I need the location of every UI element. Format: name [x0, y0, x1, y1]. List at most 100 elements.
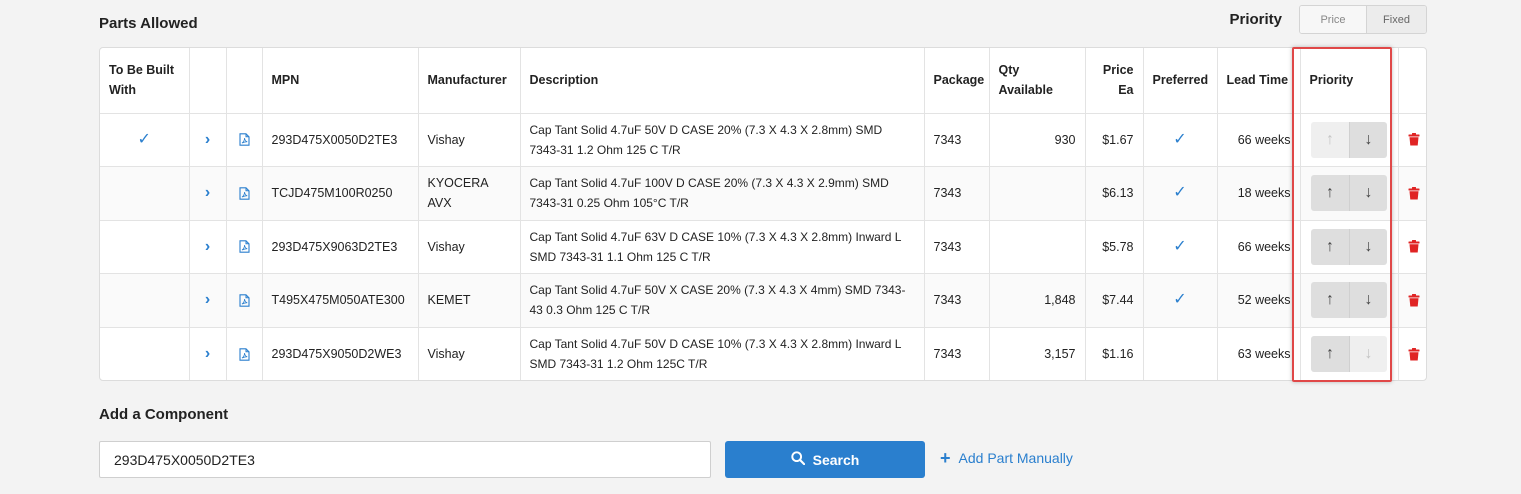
parts-allowed-title: Parts Allowed	[99, 15, 198, 32]
trash-icon[interactable]	[1408, 133, 1419, 146]
arrow-up-icon: ↑	[1326, 130, 1334, 148]
move-up-button[interactable]: ↑	[1311, 282, 1349, 319]
priority-price-option[interactable]: Price	[1300, 6, 1366, 33]
datasheet-cell	[226, 113, 263, 167]
price-cell: $5.78	[1085, 220, 1144, 274]
move-down-button[interactable]: ↓	[1349, 282, 1387, 319]
header-mpn: MPN	[262, 48, 419, 114]
mpn-cell: T495X475M050ATE300	[262, 273, 419, 328]
built-with-cell	[100, 166, 190, 221]
move-up-button[interactable]: ↑	[1311, 228, 1349, 265]
manufacturer-cell: KYOCERA AVX	[418, 166, 521, 221]
price-cell: $6.13	[1085, 166, 1144, 221]
move-down-button[interactable]: ↓	[1349, 228, 1387, 265]
chevron-right-icon[interactable]: ›	[205, 238, 210, 255]
header-datasheet	[226, 48, 263, 114]
search-button[interactable]: Search	[725, 441, 925, 478]
pdf-icon[interactable]	[236, 294, 253, 307]
datasheet-cell	[226, 273, 263, 328]
trash-icon[interactable]	[1408, 186, 1419, 200]
header-priority: Priority	[1300, 48, 1399, 114]
table-row: › 293D475X9050D2WE3 Vishay Cap Tant Solid 4…	[100, 327, 1426, 380]
chevron-right-icon[interactable]: ›	[205, 345, 210, 362]
arrow-up-icon: ↑	[1326, 237, 1334, 255]
header-manufacturer: Manufacturer	[418, 48, 521, 114]
description-cell: Cap Tant Solid 4.7uF 63V D CASE 10% (7.3…	[520, 220, 925, 274]
built-with-cell	[100, 220, 190, 274]
arrow-down-icon: ↓	[1364, 130, 1373, 148]
expand-cell: ›	[189, 166, 227, 221]
header-qty: Qty Available	[989, 48, 1086, 114]
trash-icon[interactable]	[1408, 293, 1419, 307]
built-with-check-icon: ✓	[137, 130, 151, 148]
package-cell: 7343	[924, 273, 990, 328]
pdf-icon[interactable]	[236, 187, 253, 200]
move-up-button[interactable]: ↑	[1311, 121, 1349, 158]
arrow-down-icon: ↓	[1364, 184, 1373, 202]
pdf-icon[interactable]	[236, 240, 253, 253]
priority-mode-group: Priority Price Fixed	[1229, 5, 1427, 34]
arrow-up-icon: ↑	[1326, 291, 1334, 309]
arrow-down-icon: ↓	[1364, 237, 1373, 255]
move-up-button[interactable]: ↑	[1311, 175, 1349, 212]
arrow-up-icon: ↑	[1326, 345, 1334, 362]
built-with-cell: ✓	[100, 113, 190, 167]
qty-cell	[989, 220, 1086, 274]
table-row: ✓ › 293D475X0050D2TE3 Vishay Cap Tant Solid …	[100, 113, 1426, 167]
manufacturer-cell: Vishay	[418, 113, 521, 167]
arrow-up-icon: ↑	[1326, 184, 1334, 202]
built-with-cell	[100, 327, 190, 380]
move-down-button[interactable]: ↓	[1349, 175, 1387, 212]
add-component-title: Add a Component	[99, 406, 229, 423]
preferred-cell: ✓	[1143, 166, 1218, 221]
priority-arrows: ↑ ↓	[1310, 228, 1389, 265]
description-cell: Cap Tant Solid 4.7uF 50V D CASE 10% (7.3…	[520, 327, 925, 380]
header-lead-time: Lead Time	[1217, 48, 1301, 114]
parts-table-body: ✓ › 293D475X0050D2TE3 Vishay Cap Tant Solid …	[100, 113, 1426, 380]
mpn-cell: 293D475X9063D2TE3	[262, 220, 419, 274]
header-actions	[1398, 48, 1426, 114]
priority-cell: ↑ ↓	[1300, 327, 1399, 380]
trash-icon[interactable]	[1408, 347, 1419, 361]
trash-icon[interactable]	[1408, 240, 1419, 253]
pdf-icon[interactable]	[236, 347, 253, 361]
arrow-down-icon: ↓	[1364, 291, 1373, 309]
mpn-cell: TCJD475M100R0250	[262, 166, 419, 221]
chevron-right-icon[interactable]: ›	[205, 131, 210, 148]
qty-cell	[989, 166, 1086, 221]
mpn-cell: 293D475X9050D2WE3	[262, 327, 419, 380]
expand-cell: ›	[189, 327, 227, 380]
lead-time-cell: 66 weeks	[1217, 113, 1301, 167]
preferred-cell: ✓	[1143, 273, 1218, 328]
arrow-down-icon: ↓	[1364, 345, 1373, 362]
delete-cell	[1398, 166, 1426, 221]
qty-cell: 930	[989, 113, 1086, 167]
priority-arrows: ↑ ↓	[1310, 175, 1389, 212]
table-header-row: To Be Built With MPN Manufacturer Descri…	[100, 48, 1426, 114]
qty-cell: 3,157	[989, 327, 1086, 380]
component-search-input[interactable]	[99, 441, 711, 478]
description-cell: Cap Tant Solid 4.7uF 100V D CASE 20% (7.…	[520, 166, 925, 221]
chevron-right-icon[interactable]: ›	[205, 184, 210, 201]
pdf-icon[interactable]	[236, 133, 253, 146]
lead-time-cell: 18 weeks	[1217, 166, 1301, 221]
add-part-manually-label: Add Part Manually	[958, 450, 1073, 466]
header-expand	[189, 48, 227, 114]
package-cell: 7343	[924, 327, 990, 380]
priority-cell: ↑ ↓	[1300, 220, 1399, 274]
add-part-manually-link[interactable]: + Add Part Manually	[940, 448, 1073, 468]
table-row: › T495X475M050ATE300 KEMET Cap Tant Solid 4…	[100, 273, 1426, 328]
delete-cell	[1398, 273, 1426, 328]
priority-arrows: ↑ ↓	[1310, 121, 1389, 158]
plus-icon: +	[940, 448, 951, 468]
move-down-button[interactable]: ↓	[1349, 121, 1387, 158]
priority-fixed-option[interactable]: Fixed	[1366, 6, 1426, 33]
chevron-right-icon[interactable]: ›	[205, 291, 210, 308]
header-description: Description	[520, 48, 925, 114]
move-up-button[interactable]: ↑	[1311, 336, 1349, 372]
move-down-button[interactable]: ↓	[1349, 336, 1387, 372]
priority-mode-label: Priority	[1229, 11, 1282, 28]
parts-table: To Be Built With MPN Manufacturer Descri…	[100, 48, 1426, 380]
delete-cell	[1398, 327, 1426, 380]
lead-time-cell: 66 weeks	[1217, 220, 1301, 274]
